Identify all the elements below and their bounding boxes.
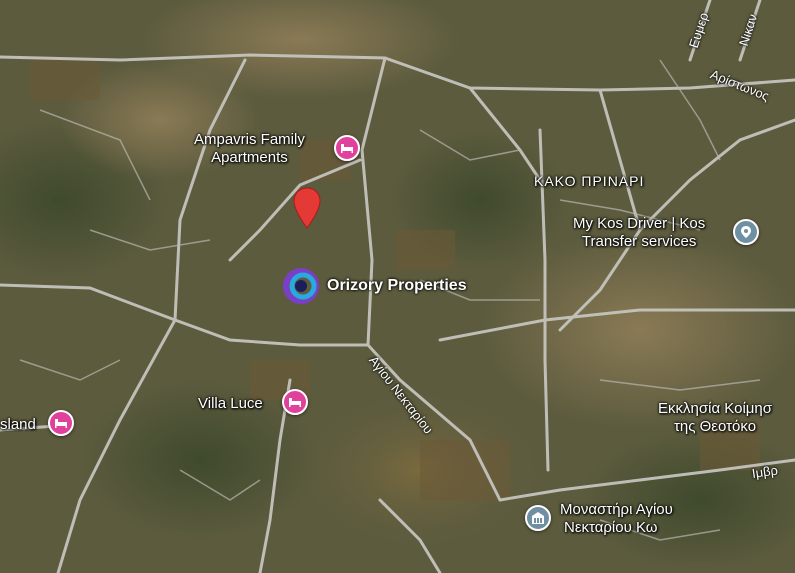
hotel-icon[interactable] <box>334 135 360 161</box>
place-name-line1: Εκκλησία Κοίμησ <box>658 400 773 417</box>
place-label-church[interactable]: Εκκλησία Κοίμησ της Θεοτόκο <box>658 400 772 436</box>
place-label-ampavris[interactable]: Ampavris Family Apartments <box>194 131 305 167</box>
bed-icon <box>341 144 353 153</box>
place-label-island[interactable]: sland <box>0 416 36 434</box>
area-label: ΚΑΚΟ ΠΡΙΝΑΡΙ <box>534 173 645 189</box>
place-name-line2: Apartments <box>211 149 288 166</box>
hotel-icon[interactable] <box>48 410 74 436</box>
place-name-line1: Μοναστήρι Αγίου <box>560 501 673 518</box>
hotel-icon[interactable] <box>282 389 308 415</box>
location-pin-icon[interactable] <box>733 219 759 245</box>
orizory-logo-icon <box>283 268 319 304</box>
place-name-line2: της Θεοτόκο <box>673 418 757 435</box>
red-map-pin-icon[interactable] <box>291 186 323 230</box>
place-label-kos-driver[interactable]: My Kos Driver | Kos Transfer services <box>573 215 705 251</box>
bed-icon <box>55 419 67 428</box>
place-label-monastery[interactable]: Μοναστήρι Αγίου Νεκταρίου Κω <box>560 501 673 537</box>
place-name-line1: My Kos Driver | Kos <box>573 215 706 232</box>
monastery-icon[interactable] <box>525 505 551 531</box>
place-name-line2: Transfer services <box>581 233 697 250</box>
business-label-orizory[interactable]: Orizory Properties <box>281 268 467 304</box>
place-name-line1: Ampavris Family <box>194 131 305 148</box>
place-label-villa-luce[interactable]: Villa Luce <box>198 395 263 413</box>
bed-icon <box>289 398 301 407</box>
building-icon <box>532 512 544 524</box>
place-name-line2: Νεκταρίου Κω <box>564 519 658 536</box>
pin-glyph-icon <box>741 226 751 238</box>
business-name: Orizory Properties <box>327 277 467 294</box>
